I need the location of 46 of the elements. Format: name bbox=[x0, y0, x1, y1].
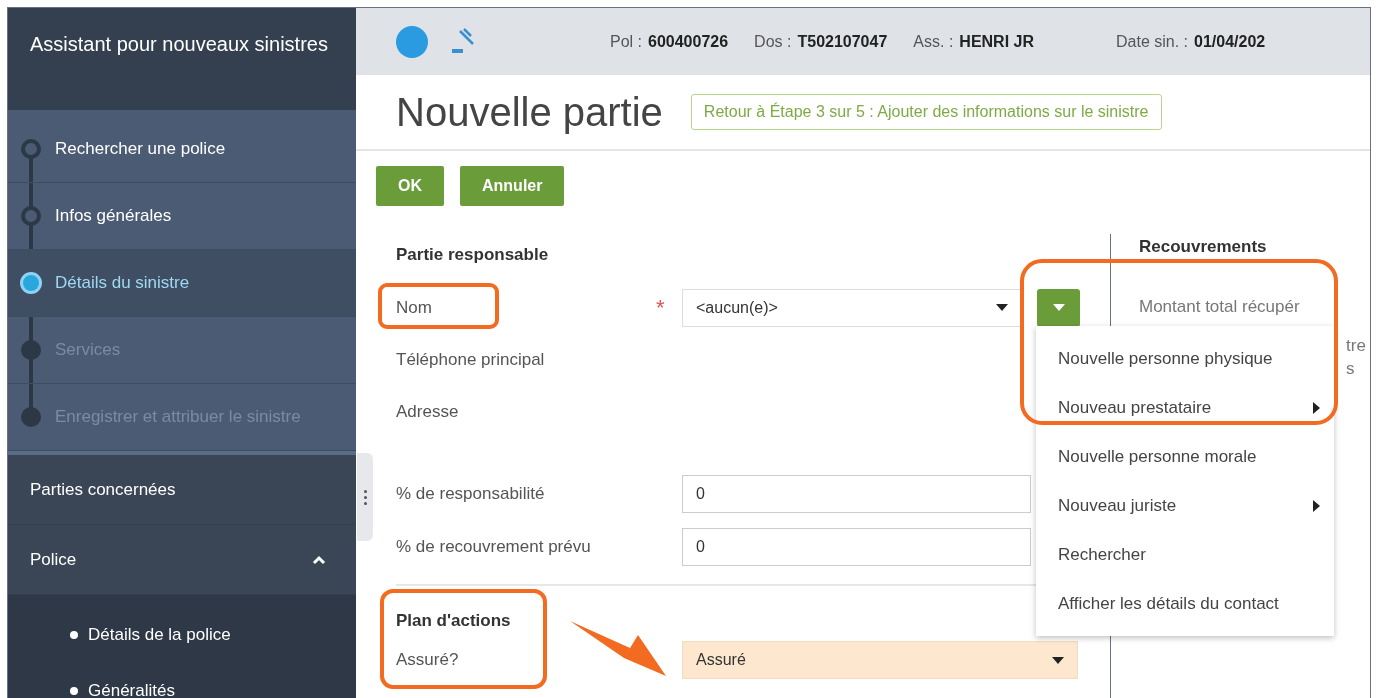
current-step-icon bbox=[20, 272, 42, 294]
nav-subitem[interactable]: Détails de la police bbox=[88, 622, 231, 648]
panel-title: Recouvrements bbox=[1139, 236, 1268, 258]
menu-item[interactable]: Nouveau prestataire bbox=[1036, 383, 1334, 432]
field-label: Téléphone principal bbox=[396, 348, 546, 371]
field-label: Nom bbox=[396, 296, 433, 319]
text-fragment: s bbox=[1346, 358, 1356, 380]
menu-item[interactable]: Nouvelle personne morale bbox=[1036, 432, 1334, 481]
page-title: Nouvelle partie bbox=[396, 92, 663, 132]
field-label: % de responsabilité bbox=[396, 483, 546, 506]
required-marker: * bbox=[656, 295, 665, 320]
field-value: HENRI JR bbox=[959, 31, 1034, 52]
select-field[interactable]: Assuré bbox=[682, 641, 1078, 679]
select-field[interactable]: <aucun(e)> bbox=[682, 288, 1022, 327]
chevron-up-icon bbox=[312, 554, 326, 565]
field-label: Date sin. : bbox=[1116, 31, 1189, 52]
caret-down-icon bbox=[996, 304, 1008, 311]
input-field[interactable]: 0 bbox=[682, 528, 1031, 566]
field-label: Ass. : bbox=[913, 31, 954, 52]
field-label: Adresse bbox=[396, 400, 460, 423]
section-title: Plan d'actions bbox=[396, 609, 512, 632]
bullet-icon bbox=[70, 631, 78, 639]
section-title: Partie responsable bbox=[396, 244, 550, 266]
field-label: % de recouvrement prévu bbox=[396, 536, 592, 559]
menu-item[interactable]: Nouveau juriste bbox=[1036, 481, 1334, 530]
bullet-icon bbox=[70, 687, 78, 695]
field-label: Pol : bbox=[610, 31, 642, 52]
field-value: 600400726 bbox=[648, 31, 729, 52]
field-label: Assuré? bbox=[396, 649, 460, 672]
field-value: T502107047 bbox=[797, 31, 888, 52]
field-label: Dos : bbox=[754, 31, 792, 52]
dropdown-button[interactable] bbox=[1037, 288, 1080, 327]
wizard-step[interactable]: Détails du sinistre bbox=[8, 250, 356, 317]
wizard-step[interactable]: Rechercher une police bbox=[8, 116, 356, 183]
caret-down-icon bbox=[1052, 656, 1064, 664]
menu-item[interactable]: Nouvelle personne physique bbox=[1036, 334, 1334, 383]
menu-item[interactable]: Afficher les détails du contact bbox=[1036, 579, 1334, 628]
input-field[interactable]: 0 bbox=[682, 475, 1031, 513]
caret-down-icon bbox=[1052, 304, 1065, 311]
sidebar-title: Assistant pour nouveaux sinistres bbox=[30, 32, 329, 57]
menu-item[interactable]: Rechercher bbox=[1036, 530, 1334, 579]
nav-subitem[interactable]: Généralités bbox=[88, 678, 175, 698]
splitter-handle[interactable] bbox=[357, 453, 373, 541]
field-label: Montant total récupér bbox=[1139, 295, 1301, 318]
text-fragment: tre bbox=[1346, 335, 1366, 357]
field-value: 01/04/202 bbox=[1194, 31, 1266, 52]
